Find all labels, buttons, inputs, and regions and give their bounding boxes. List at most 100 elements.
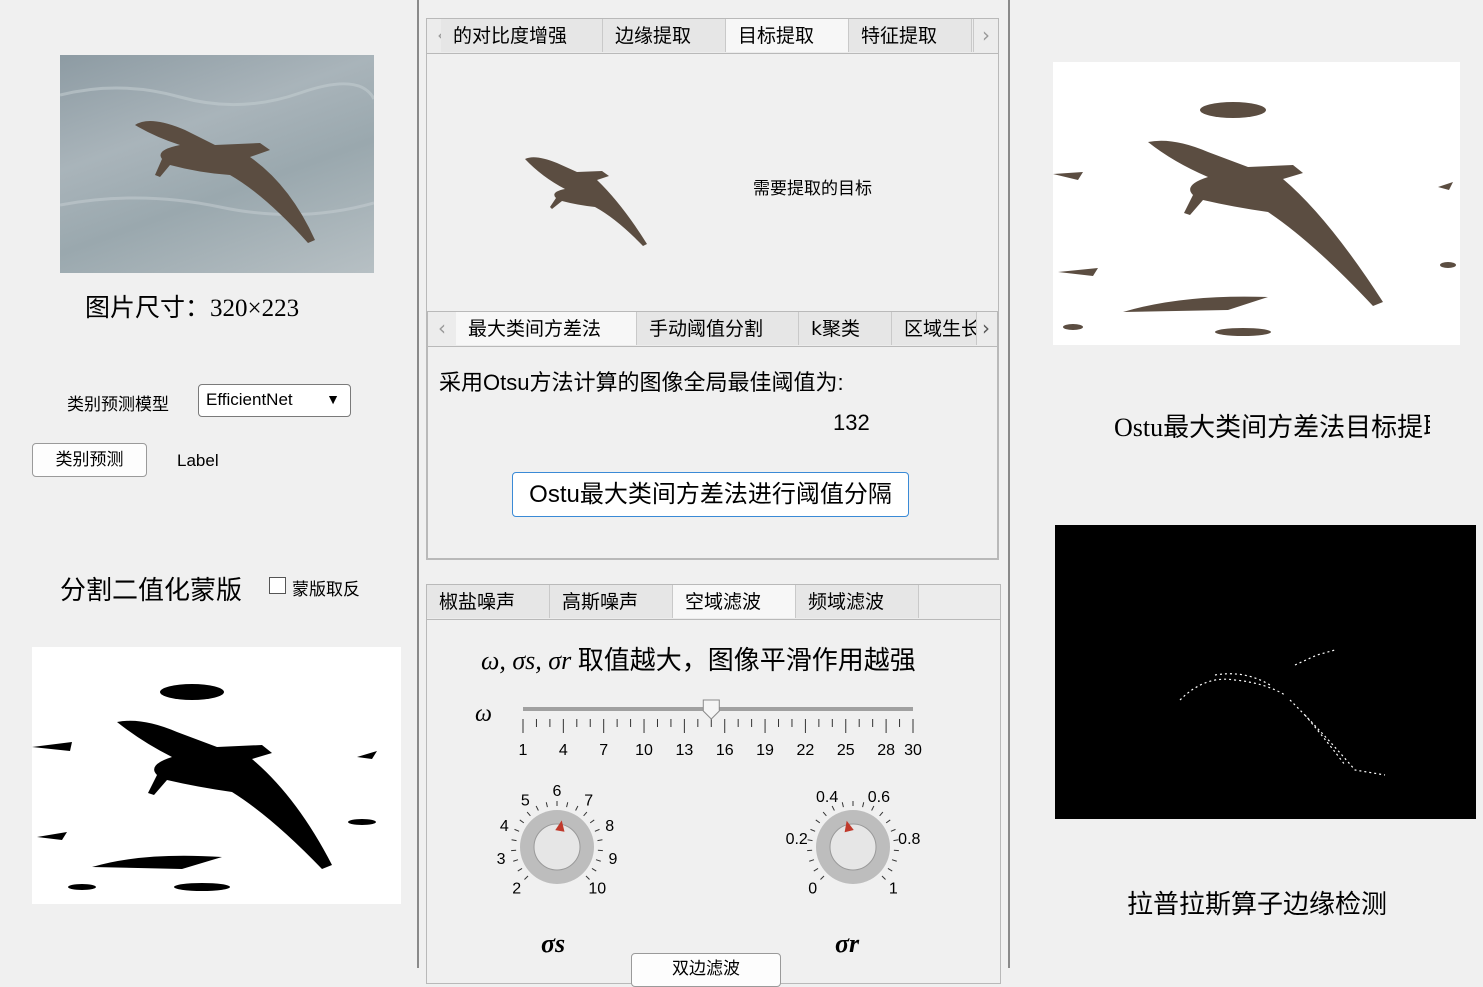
sigma-r-tick — [814, 868, 818, 871]
slider-tick-label: 30 — [904, 742, 922, 759]
sigma-s-tick — [567, 802, 568, 807]
chevron-down-icon: ▼ — [326, 391, 340, 407]
sigma-s-face — [534, 824, 580, 870]
sigma-s-tick — [512, 840, 517, 841]
sigma-s-tick — [576, 806, 578, 810]
sigma-s-tick-label: 4 — [500, 818, 509, 835]
binary-mask-image — [32, 647, 401, 904]
sigma-r-tick — [891, 829, 896, 831]
prediction-label: Label — [177, 451, 219, 471]
sigma-s-tick — [515, 829, 520, 831]
tab-scroll-right-icon[interactable]: › — [973, 19, 998, 52]
sigma-s-tick — [546, 802, 547, 807]
hint-text: 取值越大，图像平滑作用越强 — [578, 646, 916, 675]
otsu-description: 采用Otsu方法计算的图像全局最佳阈值为: — [439, 365, 844, 397]
sigma-s-tick — [524, 876, 528, 880]
segmentation-tabbar: ‹ 最大类间方差法 手动阈值分割 k聚类 区域生长 › — [428, 312, 997, 347]
sigma-s-tick — [597, 840, 602, 841]
sigma-r-tick — [832, 806, 834, 810]
sigma-r-tick — [823, 812, 826, 816]
tab-edge[interactable]: 边缘提取 — [603, 19, 726, 52]
tab-spatial-filter[interactable]: 空域滤波 — [673, 585, 796, 618]
segmentation-tab-panel: ‹ 最大类间方差法 手动阈值分割 k聚类 区域生长 › 采用Otsu方法计算的图… — [427, 311, 998, 559]
sigma-r-tick — [816, 820, 820, 823]
sigma-s-dial[interactable]: 2345678910 — [497, 783, 618, 897]
slider-tick-label: 25 — [837, 742, 855, 759]
sigma-r-tick — [886, 820, 890, 823]
sigma-s-tick-label: 5 — [521, 793, 530, 810]
sigma-r-dial[interactable]: 00.20.40.60.81 — [786, 789, 921, 897]
sigma-r-tick — [882, 876, 886, 880]
bilateral-filter-button[interactable]: 双边滤波 — [631, 953, 781, 987]
otsu-result-caption: Ostu最大类间方差法目标提取 — [1114, 407, 1430, 444]
slider-tick-label: 1 — [519, 742, 528, 759]
tab-gaussian-noise[interactable]: 高斯噪声 — [550, 585, 673, 618]
target-caption: 需要提取的目标 — [753, 174, 872, 199]
sigma-r-label: σr — [835, 929, 859, 959]
tab-feature[interactable]: 特征提取 — [849, 19, 972, 52]
slider-tick-label: 16 — [716, 742, 734, 759]
sigma-r-tick — [809, 860, 814, 862]
slider-tick-label: 28 — [877, 742, 895, 759]
right-divider — [1008, 0, 1010, 968]
slider-thumb[interactable] — [703, 700, 719, 719]
omega-slider[interactable]: 1471013161922252830 — [513, 697, 933, 763]
sigma-r-tick-label: 0.2 — [786, 831, 808, 848]
sigma-r-tick — [872, 806, 874, 810]
slider-tick-label: 13 — [675, 742, 693, 759]
original-image — [60, 55, 374, 273]
sigma-s-tick — [536, 806, 538, 810]
sigma-r-tick — [863, 802, 864, 807]
subtab-scroll-left-icon[interactable]: ‹ — [430, 312, 454, 345]
sigma-r-tick — [892, 860, 897, 862]
sigma-r-tick — [880, 812, 883, 816]
slider-tick-label: 19 — [756, 742, 774, 759]
invert-mask-label: 蒙版取反 — [292, 575, 360, 600]
sigma-s-tick-label: 3 — [497, 851, 506, 868]
otsu-result-image — [1053, 62, 1460, 345]
sigma-r-tick-label: 0.8 — [898, 831, 920, 848]
processing-tabbar: ‹ 的对比度增强 边缘提取 目标提取 特征提取 › — [427, 19, 998, 54]
sigma-s-tick — [592, 868, 596, 871]
model-label: 类别预测模型 — [67, 390, 169, 415]
sigma-s-tick — [520, 820, 524, 823]
tab-contrast[interactable]: 的对比度增强 — [441, 19, 603, 52]
model-select[interactable]: EfficientNet ▼ — [198, 384, 351, 417]
predict-button[interactable]: 类别预测 — [32, 443, 147, 477]
sigma-r-tick — [842, 802, 843, 807]
model-select-value: EfficientNet — [206, 390, 293, 409]
sigma-r-tick — [820, 876, 824, 880]
sigma-s-tick — [518, 868, 522, 871]
target-thumbnail — [517, 149, 657, 249]
sigma-r-tick — [811, 829, 816, 831]
subtab-kmeans[interactable]: k聚类 — [799, 312, 892, 345]
invert-mask-checkbox[interactable] — [269, 577, 286, 594]
sigma-s-tick — [584, 812, 587, 816]
slider-tick-marks — [523, 719, 913, 733]
sigma-s-tick — [596, 860, 601, 862]
slider-tick-labels: 1471013161922252830 — [519, 742, 922, 759]
laplace-caption: 拉普拉斯算子边缘检测 — [1127, 884, 1387, 921]
sigma-s-knob[interactable]: 2345678910 — [483, 781, 633, 911]
sigma-s-tick-label: 10 — [588, 880, 606, 897]
sigma-s-tick — [513, 860, 518, 862]
omega-label: ω — [475, 701, 492, 728]
subtab-manual-threshold[interactable]: 手动阈值分割 — [637, 312, 799, 345]
sigma-r-tick-label: 1 — [889, 880, 898, 897]
tab-frequency-filter[interactable]: 频域滤波 — [796, 585, 919, 618]
subtab-region-growing[interactable]: 区域生长 — [892, 312, 977, 345]
sigma-r-knob[interactable]: 00.20.40.60.81 — [753, 781, 923, 911]
smoothing-hint: ω, σs, σr 取值越大，图像平滑作用越强 — [481, 640, 916, 677]
otsu-threshold-button[interactable]: Ostu最大类间方差法进行阈值分隔 — [512, 472, 909, 517]
sigma-s-tick — [527, 812, 530, 816]
tab-target[interactable]: 目标提取 — [726, 19, 849, 52]
sigma-r-tick-label: 0 — [808, 880, 817, 897]
sigma-r-tick-label: 0.4 — [816, 789, 838, 806]
subtab-otsu[interactable]: 最大类间方差法 — [456, 312, 637, 345]
image-size-label: 图片尺寸：320×223 — [85, 288, 299, 324]
tab-salt-pepper[interactable]: 椒盐噪声 — [427, 585, 550, 618]
sigma-r-face — [830, 824, 876, 870]
slider-tick-label: 7 — [599, 742, 608, 759]
subtab-scroll-right-icon[interactable]: › — [974, 312, 998, 345]
laplace-edge-image — [1055, 525, 1476, 819]
